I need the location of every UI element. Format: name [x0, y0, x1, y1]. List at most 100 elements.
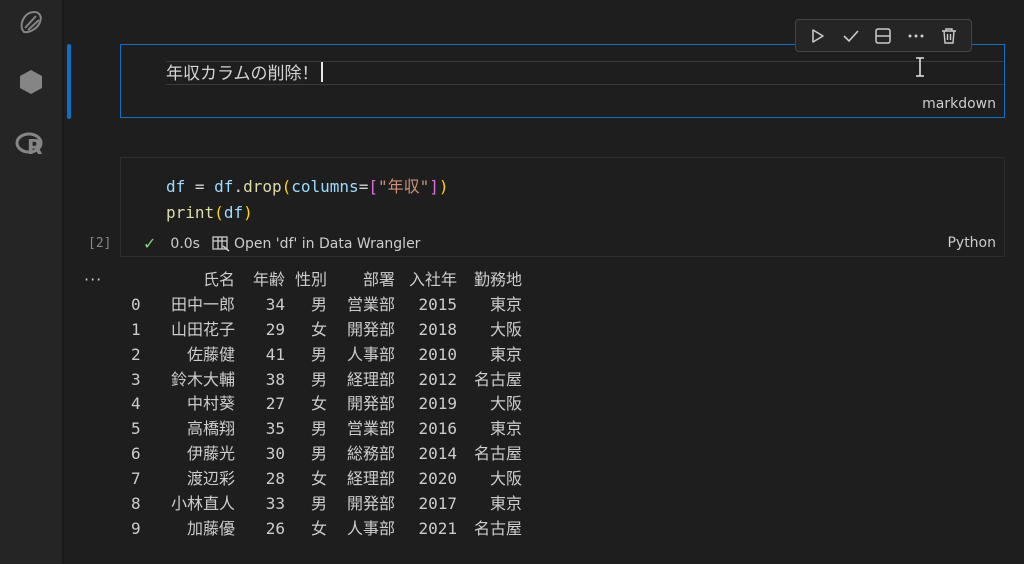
r-language-icon[interactable]: R [15, 129, 47, 161]
cell-gender: 女 [310, 469, 327, 489]
markdown-text[interactable]: 年収カラムの削除！ [166, 62, 323, 85]
cell-join-year: 2019 [418, 394, 457, 414]
cell-location: 東京 [489, 494, 522, 514]
cell-location: 名古屋 [473, 369, 522, 389]
delete-icon[interactable] [936, 23, 962, 49]
cell-department: 経理部 [346, 469, 395, 489]
cell-age: 35 [265, 419, 285, 439]
row-index: 3 [131, 369, 141, 389]
cell-join-year: 2015 [418, 294, 457, 314]
header-name: 氏名 [202, 270, 235, 289]
cell-gender: 女 [310, 518, 327, 538]
execution-status: ✓ 0.0s Open 'df' in Data Wrangler [143, 234, 420, 253]
output-more-button[interactable]: ··· [84, 270, 102, 289]
cell-toolbar [795, 19, 972, 52]
cell-department: 営業部 [346, 419, 395, 439]
cell-name: 佐藤健 [186, 344, 235, 364]
open-data-wrangler-link[interactable]: Open 'df' in Data Wrangler [234, 236, 420, 252]
cell-department: 総務部 [346, 444, 395, 464]
output-header-row: 氏名 年齢 性別 部署 入社年 勤務地 [131, 268, 522, 293]
header-age: 年齢 [252, 270, 285, 289]
row-index: 5 [131, 419, 141, 439]
cell-gender: 女 [310, 394, 327, 414]
cell-join-year: 2016 [418, 419, 457, 439]
cell-name: 伊藤光 [186, 444, 235, 464]
copilot-icon[interactable] [15, 6, 47, 38]
cell-age: 38 [265, 369, 285, 389]
cell-join-year: 2012 [418, 369, 457, 389]
code-editor[interactable]: df = df.drop(columns=["年収"]) print(df) [166, 174, 449, 226]
editor-gutter [62, 0, 64, 564]
cell-department: 人事部 [346, 518, 395, 538]
cell-department: 開発部 [346, 494, 395, 514]
row-index: 2 [131, 344, 141, 364]
cell-name: 加藤優 [186, 518, 235, 538]
svg-text:R: R [27, 135, 42, 159]
markdown-cell[interactable]: 年収カラムの削除！ markdown [120, 44, 1005, 118]
output-row: 1 山田花子 29 女開発部 2018 大阪 [131, 318, 522, 343]
cell-age: 28 [265, 469, 285, 489]
table-icon [212, 235, 230, 252]
cell-location: 東京 [489, 344, 522, 364]
cell-join-year: 2021 [418, 518, 457, 538]
row-index: 8 [131, 494, 141, 514]
mouse-cursor-icon [914, 57, 926, 81]
text-cursor [320, 62, 323, 82]
row-index: 7 [131, 469, 141, 489]
code-line-2: print(df) [166, 203, 253, 222]
cell-age: 41 [265, 344, 285, 364]
row-index: 4 [131, 394, 141, 414]
cell-department: 営業部 [346, 294, 395, 314]
execution-count: [2] [88, 236, 112, 251]
cell-language-label[interactable]: markdown [922, 96, 996, 112]
cell-join-year: 2014 [418, 444, 457, 464]
row-index: 9 [131, 518, 141, 538]
run-icon[interactable] [805, 23, 831, 49]
cell-gender: 女 [310, 319, 327, 339]
cell-focus-indicator [67, 44, 71, 119]
cell-gender: 男 [310, 369, 327, 389]
cell-location: 東京 [489, 419, 522, 439]
header-join-year: 入社年 [408, 270, 457, 289]
cell-location: 大阪 [489, 469, 522, 489]
cell-age: 33 [265, 494, 285, 514]
cell-gender: 男 [310, 344, 327, 364]
output-row: 9 加藤優 26 女人事部 2021 名古屋 [131, 517, 522, 542]
cell-output: 氏名 年齢 性別 部署 入社年 勤務地 0 田中一郎 34 男営業部 2015 東京 1 山田… [131, 268, 522, 542]
cell-department: 経理部 [346, 369, 395, 389]
output-row: 0 田中一郎 34 男営業部 2015 東京 [131, 293, 522, 318]
output-row: 5 高橋翔 35 男営業部 2016 東京 [131, 417, 522, 442]
cell-department: 開発部 [346, 319, 395, 339]
cell-location: 大阪 [489, 394, 522, 414]
more-icon[interactable] [903, 23, 929, 49]
cell-language-label[interactable]: Python [947, 235, 996, 251]
code-cell[interactable]: df = df.drop(columns=["年収"]) print(df) ✓… [120, 157, 1005, 257]
cell-gender: 男 [310, 419, 327, 439]
row-index: 6 [131, 444, 141, 464]
cell-join-year: 2018 [418, 319, 457, 339]
cell-age: 30 [265, 444, 285, 464]
cell-name: 中村葵 [186, 394, 235, 414]
output-row: 4 中村葵 27 女開発部 2019 大阪 [131, 392, 522, 417]
output-row: 6 伊藤光 30 男総務部 2014 名古屋 [131, 442, 522, 467]
cell-join-year: 2020 [418, 469, 457, 489]
cell-join-year: 2017 [418, 494, 457, 514]
cell-age: 26 [265, 518, 285, 538]
hexagon-icon[interactable] [15, 66, 47, 98]
cell-department: 開発部 [346, 394, 395, 414]
cell-department: 人事部 [346, 344, 395, 364]
cell-location: 名古屋 [473, 444, 522, 464]
cell-name: 高橋翔 [186, 419, 235, 439]
cell-name: 山田花子 [170, 319, 235, 339]
check-icon[interactable] [838, 23, 864, 49]
split-cell-icon[interactable] [870, 23, 896, 49]
cell-gender: 男 [310, 294, 327, 314]
markdown-editor[interactable]: 年収カラムの削除！ [166, 61, 1004, 85]
activity-bar: R [0, 0, 63, 564]
cell-gender: 男 [310, 494, 327, 514]
cell-location: 名古屋 [473, 518, 522, 538]
header-gender: 性別 [294, 270, 327, 289]
cell-name: 鈴木大輔 [170, 369, 235, 389]
cell-location: 東京 [489, 294, 522, 314]
row-index: 0 [131, 294, 141, 314]
